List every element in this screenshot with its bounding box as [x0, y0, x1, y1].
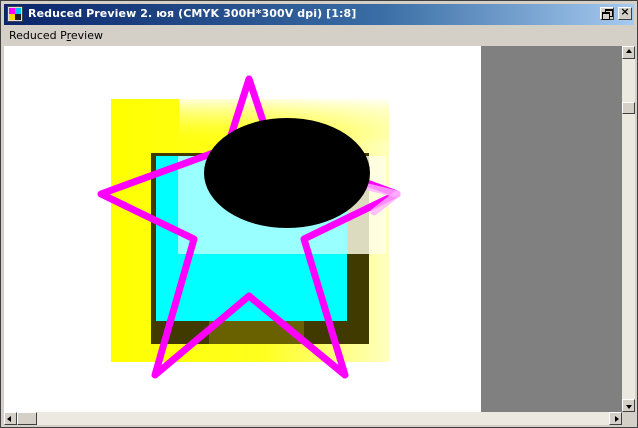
horizontal-scroll-thumb[interactable]: [17, 412, 37, 425]
horizontal-scrollbar[interactable]: [4, 412, 622, 425]
vertical-scroll-thumb[interactable]: [622, 102, 635, 114]
app-icon[interactable]: [7, 6, 23, 22]
preview-canvas-area[interactable]: [4, 46, 622, 412]
menu-bar: Reduced Preview: [4, 26, 634, 45]
menu-reduced-preview[interactable]: Reduced Preview: [9, 29, 103, 42]
restore-button[interactable]: [600, 7, 614, 20]
scroll-right-button[interactable]: [609, 412, 622, 425]
window-title: Reduced Preview 2. юя (CMYK 300H*300V dp…: [28, 7, 357, 20]
arrow-up-icon: [626, 49, 632, 53]
size-grip[interactable]: [622, 412, 635, 425]
preview-image: [97, 75, 401, 379]
black-ellipse: [204, 118, 370, 228]
preview-window: Reduced Preview 2. юя (CMYK 300H*300V dp…: [0, 0, 638, 428]
vertical-scrollbar[interactable]: [622, 46, 635, 412]
arrow-right-icon: [615, 416, 619, 422]
scroll-up-button[interactable]: [622, 46, 635, 59]
scroll-down-button[interactable]: [622, 399, 635, 412]
scroll-left-button[interactable]: [4, 412, 17, 425]
close-icon: ×: [620, 5, 630, 18]
outside-page-area: [481, 46, 622, 412]
arrow-left-icon: [7, 416, 11, 422]
arrow-down-icon: [626, 405, 632, 409]
close-button[interactable]: ×: [618, 5, 632, 20]
title-bar[interactable]: Reduced Preview 2. юя (CMYK 300H*300V dp…: [4, 4, 634, 25]
